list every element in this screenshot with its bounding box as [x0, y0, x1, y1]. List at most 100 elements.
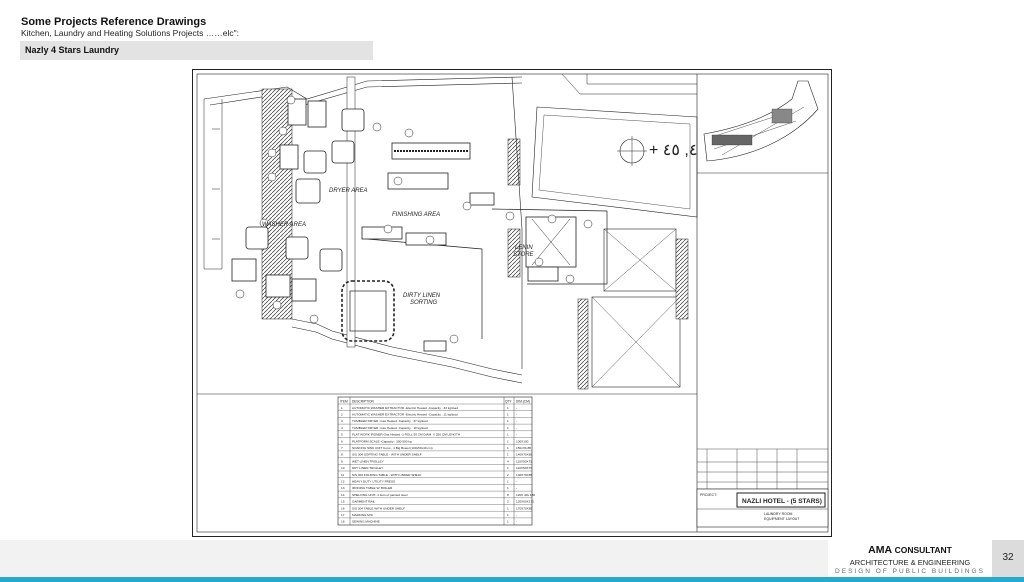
- laundry-drawing: + ٤, ٤٥ DRYER AREA WASHER AREA FINISHING…: [192, 69, 832, 537]
- col-qty-header: QTY: [505, 400, 512, 404]
- schedule-cell-qty: 1: [507, 466, 509, 470]
- schedule-cell-no: 18: [341, 520, 345, 524]
- schedule-cell-dim: -: [516, 486, 517, 490]
- schedule-cell-dim: 130X70X85: [516, 473, 532, 477]
- schedule-cell-desc: PLATFORM SCALE -Capacity : 300-500 kg: [352, 439, 412, 443]
- schedule-cell-desc: FLAT WORK IRONER-Gas Heated -1 ROLL 50 C…: [352, 433, 460, 437]
- schedule-cell-dim: -: [516, 406, 517, 410]
- brand-acronym: AMA: [868, 544, 892, 556]
- schedule-cell-dim: 110X90X75: [516, 459, 532, 463]
- schedule-cell-dim: -: [516, 433, 517, 437]
- schedule-cell-desc: TUMBLER DRYER -Gas Heated -Capacity : 37…: [352, 419, 428, 423]
- schedule-cell-qty: 2: [507, 500, 509, 504]
- hotel-name: NAZLI HOTEL - (5 STARS): [742, 498, 822, 505]
- schedule-cell-no: 16: [341, 506, 345, 510]
- schedule-cell-dim: 140X70X85: [516, 453, 532, 457]
- schedule-cell-desc: S/S 304 TABLE WITH UNDER SHELF: [352, 506, 405, 510]
- schedule-cell-desc: SOAKING SINK UNIT Cono - 1 Big Bowel (10…: [352, 446, 433, 450]
- brand-tagline-2: DESIGN OF PUBLIC BUILDINGS: [835, 568, 985, 575]
- schedule-cell-desc: SEWING MACHINE: [352, 520, 380, 524]
- schedule-cell-no: 7: [341, 446, 343, 450]
- brand-name: AMA CONSULTANT: [828, 544, 992, 556]
- schedule-cell-desc: WET LINEN TROLLEY: [352, 459, 384, 463]
- schedule-cell-desc: TUMBLER DRYER -Gas Heated -Capacity : 10…: [352, 426, 428, 430]
- schedule-cell-qty: 1: [507, 513, 509, 517]
- schedule-cell-dim: 170X70X85: [516, 506, 532, 510]
- equipment-schedule: 1 AUTOMATIC WASHER EXTRACTOR -Electric He…: [337, 396, 535, 526]
- page-number: 32: [1002, 552, 1014, 563]
- schedule-cell-no: 2: [341, 413, 343, 417]
- page-subtitle: Kitchen, Laundry and Heating Solutions P…: [21, 28, 239, 38]
- brand-block: AMA CONSULTANT ARCHITECTURE & ENGINEERIN…: [828, 540, 992, 577]
- schedule-cell-qty: 1: [507, 406, 509, 410]
- schedule-cell-desc: GARMENT RAIL: [352, 500, 375, 504]
- schedule-cell-qty: 1: [507, 413, 509, 417]
- schedule-cell-dim: 120X60X170: [516, 500, 534, 504]
- schedule-cell-dim: 150x70x85: [516, 446, 531, 450]
- schedule-cell-no: 12: [341, 480, 345, 484]
- schedule-cell-qty: 1: [507, 446, 509, 450]
- schedule-cell-qty: 1: [507, 506, 509, 510]
- schedule-cell-no: 5: [341, 433, 343, 437]
- schedule-cell-no: 14: [341, 493, 345, 497]
- schedule-cell-no: 8: [341, 453, 343, 457]
- washer-area-label: WASHER AREA: [262, 222, 306, 228]
- schedule-cell-no: 15: [341, 500, 345, 504]
- footer-accent-line: [0, 577, 1024, 582]
- page-number-box: 32: [992, 540, 1024, 577]
- schedule-cell-qty: 8: [507, 493, 509, 497]
- sorting-label: SORTING: [410, 300, 438, 306]
- schedule-cell-no: 1: [341, 406, 343, 410]
- schedule-cell-no: 10: [341, 466, 345, 470]
- schedule-cell-desc: S/S 304 FOLDING TABLE - WITH UNDER SHELF: [352, 473, 421, 477]
- dryer-area-label: DRYER AREA: [329, 188, 368, 194]
- col-desc-header: DESCRIPTION: [352, 400, 374, 404]
- lenin-label: LENIN: [515, 245, 533, 251]
- svg-text:+ ٤, ٤٥: + ٤, ٤٥: [649, 142, 697, 159]
- schedule-cell-no: 13: [341, 486, 345, 490]
- schedule-cell-qty: 1: [507, 520, 509, 524]
- schedule-cell-no: 6: [341, 439, 343, 443]
- dirty-linen-label: DIRTY LINEN: [403, 293, 441, 299]
- schedule-cell-dim: -: [516, 520, 517, 524]
- project-caption: PROJECT:: [700, 493, 717, 497]
- schedule-cell-desc: DRY LINEN TROLLEY: [352, 466, 383, 470]
- store-label: STORE: [513, 252, 535, 258]
- schedule-cell-dim: 100X100: [516, 439, 529, 443]
- schedule-cell-desc: HEAVY DUTY UTILITY PRESS: [352, 480, 395, 484]
- finishing-area-label: FINISHING AREA: [392, 212, 440, 218]
- col-dim-header: DIM.(CM): [516, 400, 530, 404]
- schedule-cell-no: 11: [341, 473, 344, 477]
- schedule-cell-dim: -: [516, 413, 517, 417]
- schedule-cell-qty: 1: [507, 419, 509, 423]
- brand-word: CONSULTANT: [894, 545, 952, 555]
- schedule-cell-dim: -: [516, 419, 517, 423]
- brand-tagline-1: ARCHITECTURE & ENGINEERING: [849, 558, 971, 567]
- schedule-cell-desc: IRONING TABLE W. BOILER: [352, 486, 393, 490]
- schedule-cell-qty: 4: [507, 459, 509, 463]
- schedule-cell-dim: 120X 40x 180: [516, 493, 535, 497]
- schedule-cell-desc: SHELVING UNIT- 4 tiers of painted steel: [352, 493, 408, 497]
- page-title: Some Projects Reference Drawings: [21, 16, 207, 28]
- schedule-cell-qty: 1: [507, 439, 509, 443]
- schedule-cell-no: 9: [341, 459, 343, 463]
- schedule-cell-qty: 1: [507, 426, 509, 430]
- schedule-cell-desc: MARKING M/C: [352, 513, 374, 517]
- schedule-cell-qty: 1: [507, 453, 509, 457]
- schedule-cell-qty: 2: [507, 473, 509, 477]
- schedule-cell-desc: AUTOMATIC WASHER EXTRACTOR -Electric Hea…: [352, 406, 458, 410]
- project-label: Nazly 4 Stars Laundry: [25, 45, 120, 55]
- schedule-cell-no: 17: [341, 513, 345, 517]
- schedule-cell-desc: AUTOMATIC WASHER EXTRACTOR -Electric Hea…: [352, 413, 458, 417]
- schedule-cell-desc: S/S 304 SORTING TABLE - WITH UNDER SHELF: [352, 453, 422, 457]
- schedule-cell-dim: -: [516, 513, 517, 517]
- schedule-cell-no: 4: [341, 426, 343, 430]
- schedule-cell-qty: 1: [507, 486, 509, 490]
- sheet-title-2: EQUIPMENT LAYOUT: [764, 517, 800, 521]
- schedule-cell-qty: 1: [507, 433, 509, 437]
- col-item-header: ITEM: [340, 400, 348, 404]
- schedule-cell-dim: 110X50X75: [516, 466, 532, 470]
- project-label-bar: Nazly 4 Stars Laundry: [20, 41, 373, 60]
- schedule-cell-no: 3: [341, 419, 343, 423]
- sheet-title-1: LAUNDRY ROOM: [764, 512, 793, 516]
